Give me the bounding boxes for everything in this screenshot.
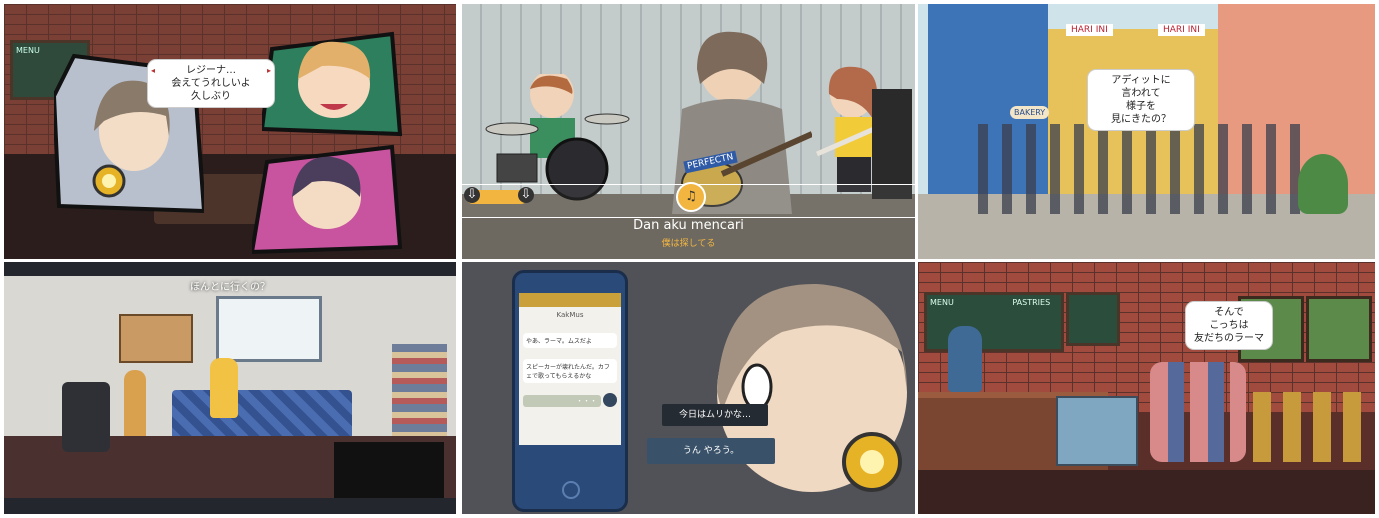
speech-line: 久しぶり [191, 91, 231, 102]
screenshot-cafe-counter: MENU PASTRIES そんで こっちは 友だちのラーマ [918, 262, 1375, 514]
dialog-choice-text: 今日はムリかな… [678, 410, 751, 420]
music-note-icon: ♫ [685, 189, 697, 204]
speech-line: 言われて [1121, 88, 1161, 99]
speech-line: レジーナ… [186, 65, 236, 76]
portrait-frame-top-right [262, 31, 402, 137]
portrait-frame-bottom-right [252, 144, 402, 254]
typing-placeholder: ・・・ [576, 397, 597, 405]
dialog-choice-prompt[interactable]: 今日はムリかな… [662, 404, 768, 426]
screenshot-cafe-reunion: MENU ◂ レジーナ… 会えてうれしいよ 久しぶり ▸ [4, 4, 456, 259]
character-closeup [717, 283, 907, 492]
speech-bubble: ◂ レジーナ… 会えてうれしいよ 久しぶり ▸ [148, 60, 274, 107]
phone: KakMus やあ、ラーマ。ムスだよ スピーカーが壊れたんだ。カフェで歌ってもら… [512, 270, 628, 512]
desk-chair [62, 382, 110, 452]
seated-friends [1150, 362, 1246, 462]
corkboard [119, 314, 193, 363]
potted-plant [1298, 154, 1348, 214]
message-text: やあ、ラーマ。ムスだよ [526, 338, 592, 345]
send-button[interactable] [603, 393, 617, 407]
chat-message: スピーカーが壊れたんだ。カフェで歌ってもらえるかな [523, 359, 617, 383]
player-character [210, 358, 238, 418]
speech-line: 友だちのラーマ [1194, 333, 1264, 344]
chat-message: やあ、ラーマ。ムスだよ [523, 333, 617, 348]
speech-bubble: そんで こっちは 友だちのラーマ [1186, 302, 1272, 349]
chairs [1253, 392, 1368, 462]
chalkboard-title: MENU [930, 298, 954, 307]
chat-app-name: KakMus [556, 311, 584, 319]
screenshot-street-scene: HARI INI HARI INI BAKERY アディットに 言われて 様子を… [918, 4, 1375, 259]
home-button[interactable] [562, 481, 580, 499]
subtitle: ほんとに行くの？ [190, 282, 270, 293]
speech-line: そんで [1214, 307, 1244, 318]
speech-line: 会えてうれしいよ [171, 78, 251, 89]
lane-arrow-right-icon: ⇩ [518, 187, 534, 203]
speech-line: アディットに [1111, 75, 1171, 86]
screenshot-band-rhythm: PERFECTN ⇩ ⇩ ♫ Dan aku mencari 僕は探してる [462, 4, 915, 259]
chalkboard-title: PASTRIES [1012, 298, 1051, 307]
screenshot-bedroom: ほんとに行くの？ [4, 262, 456, 514]
phone-screen: KakMus やあ、ラーマ。ムスだよ スピーカーが壊れたんだ。カフェで歌ってもら… [519, 307, 621, 445]
dialog-choice-text: うん やろう。 [682, 446, 740, 456]
dialog-choice-accept[interactable]: うん やろう。 [647, 438, 775, 464]
small-chalkboard [1066, 292, 1120, 346]
sign-hari-ini-left: HARI INI [1066, 24, 1113, 36]
speech-line: 見にきたの？ [1111, 114, 1171, 125]
clothes-rack [334, 442, 444, 498]
lyric-translation: 僕は探してる [661, 239, 716, 249]
menu-chalkboard: MENU PASTRIES [924, 292, 1064, 352]
bubble-arrow-right: ▸ [266, 66, 271, 75]
message-text: スピーカーが壊れたんだ。カフェで歌ってもらえるかな [526, 364, 610, 380]
lyric-main: Dan aku mencari [633, 218, 744, 233]
lane-arrow-left-icon: ⇩ [464, 187, 480, 203]
speech-line: こっちは [1209, 320, 1249, 331]
pastry-case [1056, 396, 1138, 466]
phone-header [519, 293, 621, 307]
screenshot-phone-chat: KakMus やあ、ラーマ。ムスだよ スピーカーが壊れたんだ。カフェで歌ってもら… [462, 262, 915, 514]
bubble-arrow-left: ◂ [151, 66, 156, 75]
window [216, 296, 322, 362]
typing-input[interactable]: ・・・ [523, 395, 601, 407]
cafe-floor [918, 470, 1375, 514]
sign-hari-ini-right: HARI INI [1158, 24, 1205, 36]
shop-sign: BAKERY [1010, 106, 1050, 119]
speech-bubble: アディットに 言われて 様子を 見にきたの？ [1088, 70, 1194, 130]
window-plant-right [1306, 296, 1372, 362]
speech-line: 様子を [1126, 101, 1156, 112]
crowd [978, 124, 1308, 214]
barista [948, 326, 982, 392]
amplifier [872, 89, 912, 199]
note-hit-target: ♫ [676, 182, 706, 212]
